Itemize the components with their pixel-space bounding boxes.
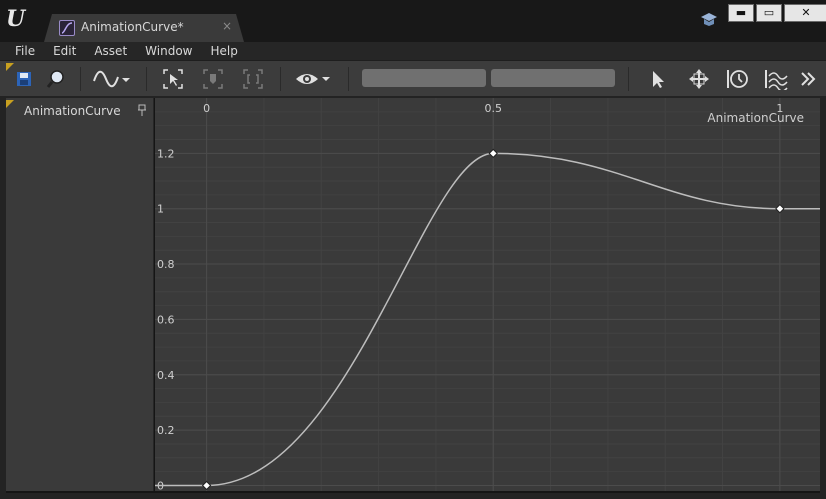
curve-key[interactable]: [775, 203, 785, 214]
menu-file[interactable]: File: [6, 44, 44, 58]
y-tick-label: 0.8: [157, 258, 175, 271]
visibility-icon[interactable]: [294, 65, 334, 93]
select-all-icon[interactable]: [160, 65, 186, 93]
toolbar: [0, 60, 826, 96]
close-button[interactable]: ✕: [784, 4, 826, 22]
save-icon[interactable]: [12, 65, 36, 93]
curve-mode-icon[interactable]: [92, 65, 132, 93]
value-input[interactable]: [491, 69, 615, 87]
menu-asset[interactable]: Asset: [85, 44, 136, 58]
menu-help[interactable]: Help: [201, 44, 246, 58]
menu-edit[interactable]: Edit: [44, 44, 85, 58]
tab-animation-curve[interactable]: AnimationCurve* ×: [44, 14, 244, 42]
panel-corner-mark: [6, 100, 14, 108]
y-tick-label: 0.6: [157, 313, 175, 326]
curve-key[interactable]: [201, 480, 212, 491]
key-icon[interactable]: [200, 65, 226, 93]
curve-asset-icon: [59, 20, 75, 36]
unreal-logo-icon: U: [6, 6, 26, 32]
maximize-button[interactable]: ▭: [756, 4, 782, 22]
select-tool-icon[interactable]: [646, 65, 670, 93]
browse-icon[interactable]: [44, 65, 68, 93]
curve-graph-svg[interactable]: 00.20.40.60.811.20 0.5 1AnimationCurve: [155, 98, 820, 491]
more-icon[interactable]: [796, 65, 820, 93]
x-tick-label: 0.5: [484, 102, 502, 115]
curve-name-label: AnimationCurve: [707, 111, 804, 125]
curve-graph[interactable]: 0 0.2 0.4 0.6 0.8 1 1.2 0 0.5 1 AnimationCurve: [155, 98, 820, 491]
menu-window[interactable]: Window: [136, 44, 201, 58]
learn-hat-icon[interactable]: [700, 12, 718, 28]
curve-key[interactable]: [488, 148, 498, 159]
curve-list-item[interactable]: AnimationCurve: [24, 104, 121, 118]
pin-icon[interactable]: [137, 104, 147, 116]
y-tick-label: 1.2: [157, 147, 175, 160]
y-tick-label: 0.2: [157, 424, 175, 437]
time-snap-icon[interactable]: [724, 65, 752, 93]
time-input[interactable]: [362, 69, 486, 87]
minimize-button[interactable]: ▬: [728, 4, 754, 22]
y-tick-label: 0.4: [157, 369, 175, 382]
curves-panel: AnimationCurve: [6, 98, 154, 491]
y-tick-label: 1: [157, 203, 164, 216]
move-tool-icon[interactable]: [686, 65, 712, 93]
frame-icon[interactable]: [240, 65, 266, 93]
title-bar: U AnimationCurve* × ▬ ▭ ✕: [0, 0, 826, 42]
tab-close-icon[interactable]: ×: [222, 19, 232, 33]
x-tick-label: 0: [203, 102, 210, 115]
value-snap-icon[interactable]: [762, 65, 790, 93]
menu-bar: File Edit Asset Window Help: [0, 42, 826, 60]
tab-label: AnimationCurve*: [81, 20, 184, 34]
